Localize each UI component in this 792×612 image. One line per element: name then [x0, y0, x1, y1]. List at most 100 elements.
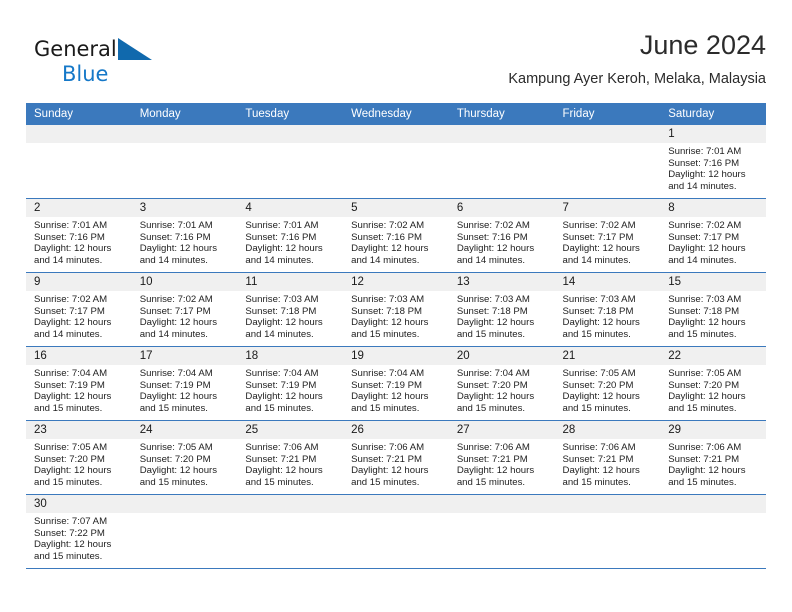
- day-cell[interactable]: 13 Sunrise: 7:03 AM Sunset: 7:18 PM Dayligh…: [448, 273, 555, 346]
- day-cell[interactable]: 29 Sunrise: 7:06 AM Sunset: 7:21 PM Dayligh…: [660, 421, 766, 494]
- daylight-duration-line1: Daylight: 12 hours: [668, 391, 746, 403]
- day-cell[interactable]: 14 Sunrise: 7:03 AM Sunset: 7:18 PM Dayligh…: [554, 273, 661, 346]
- day-number: [660, 495, 766, 513]
- day-details: Sunrise: 7:01 AM Sunset: 7:16 PM Daylight:…: [660, 143, 766, 192]
- calendar-cell: 25 Sunrise: 7:06 AM Sunset: 7:21 PM Dayligh…: [237, 420, 344, 495]
- day-cell[interactable]: 22 Sunrise: 7:05 AM Sunset: 7:20 PM Dayligh…: [660, 347, 766, 420]
- calendar-week-row: 16 Sunrise: 7:04 AM Sunset: 7:19 PM Dayligh…: [26, 346, 766, 421]
- day-cell[interactable]: 25 Sunrise: 7:06 AM Sunset: 7:21 PM Dayligh…: [237, 421, 344, 494]
- page-header: General Blue June 2024 Kampung Ayer Kero…: [26, 28, 766, 94]
- day-cell[interactable]: 5 Sunrise: 7:02 AM Sunset: 7:16 PM Daylight…: [343, 199, 449, 272]
- day-details: Sunrise: 7:01 AM Sunset: 7:16 PM Daylight:…: [26, 217, 132, 266]
- day-cell[interactable]: 2 Sunrise: 7:01 AM Sunset: 7:16 PM Daylight…: [26, 199, 132, 272]
- calendar-body: 1 Sunrise: 7:01 AM Sunset: 7:16 PM Daylight…: [26, 125, 766, 568]
- sunset-time: Sunset: 7:17 PM: [34, 305, 105, 317]
- calendar-cell: 20 Sunrise: 7:04 AM Sunset: 7:20 PM Dayligh…: [448, 346, 555, 421]
- day-cell[interactable]: 18 Sunrise: 7:04 AM Sunset: 7:19 PM Dayligh…: [237, 347, 344, 420]
- day-details: Sunrise: 7:04 AM Sunset: 7:19 PM Daylight:…: [26, 365, 132, 414]
- logo-text-blue: Blue: [62, 62, 109, 86]
- logo-text-general: General: [34, 37, 117, 61]
- day-cell[interactable]: 3 Sunrise: 7:01 AM Sunset: 7:16 PM Daylight…: [131, 199, 238, 272]
- general-blue-logo[interactable]: General Blue: [34, 36, 164, 92]
- day-number: 16: [26, 347, 132, 365]
- daylight-duration-line1: Daylight: 12 hours: [34, 465, 112, 477]
- day-cell[interactable]: 27 Sunrise: 7:06 AM Sunset: 7:21 PM Dayligh…: [448, 421, 555, 494]
- day-details: Sunrise: 7:05 AM Sunset: 7:20 PM Daylight:…: [132, 439, 238, 488]
- calendar-cell: 19 Sunrise: 7:04 AM Sunset: 7:19 PM Dayligh…: [343, 346, 449, 421]
- calendar-cell: 27 Sunrise: 7:06 AM Sunset: 7:21 PM Dayligh…: [448, 420, 555, 495]
- calendar-cell: [131, 494, 238, 568]
- day-cell[interactable]: 17 Sunrise: 7:04 AM Sunset: 7:19 PM Dayligh…: [131, 347, 238, 420]
- daylight-duration-line1: Daylight: 12 hours: [34, 317, 112, 329]
- daylight-duration-line1: Daylight: 12 hours: [351, 317, 429, 329]
- sunset-time: Sunset: 7:18 PM: [456, 305, 528, 317]
- day-cell-empty: [554, 125, 661, 198]
- daylight-duration-line2: and 14 minutes.: [34, 328, 103, 340]
- sunset-time: Sunset: 7:18 PM: [668, 305, 740, 317]
- daylight-duration-line1: Daylight: 12 hours: [139, 465, 218, 477]
- day-details: Sunrise: 7:04 AM Sunset: 7:19 PM Daylight:…: [343, 365, 449, 414]
- calendar-cell: 12 Sunrise: 7:03 AM Sunset: 7:18 PM Dayligh…: [343, 272, 449, 347]
- sunrise-time: Sunrise: 7:05 AM: [668, 368, 742, 379]
- sunrise-time: Sunrise: 7:04 AM: [245, 368, 319, 379]
- sunrise-time: Sunrise: 7:05 AM: [34, 442, 108, 453]
- day-cell[interactable]: 9 Sunrise: 7:02 AM Sunset: 7:17 PM Daylight…: [26, 273, 132, 346]
- day-cell[interactable]: 23 Sunrise: 7:05 AM Sunset: 7:20 PM Dayligh…: [26, 421, 132, 494]
- sunrise-time: Sunrise: 7:04 AM: [351, 368, 425, 379]
- calendar-cell: [26, 125, 132, 199]
- day-cell[interactable]: 16 Sunrise: 7:04 AM Sunset: 7:19 PM Dayligh…: [26, 347, 132, 420]
- daylight-duration-line2: and 14 minutes.: [456, 254, 526, 266]
- calendar-cell: [237, 494, 344, 568]
- day-cell[interactable]: 1 Sunrise: 7:01 AM Sunset: 7:16 PM Daylight…: [660, 125, 766, 198]
- calendar-week-row: 2 Sunrise: 7:01 AM Sunset: 7:16 PM Daylight…: [26, 198, 766, 273]
- day-cell-empty: [237, 125, 344, 198]
- day-cell[interactable]: 21 Sunrise: 7:05 AM Sunset: 7:20 PM Dayligh…: [554, 347, 661, 420]
- day-cell[interactable]: 8 Sunrise: 7:02 AM Sunset: 7:17 PM Daylight…: [660, 199, 766, 272]
- sunrise-time: Sunrise: 7:04 AM: [456, 368, 530, 379]
- day-details: Sunrise: 7:02 AM Sunset: 7:16 PM Daylight:…: [343, 217, 449, 266]
- day-details: Sunrise: 7:06 AM Sunset: 7:21 PM Daylight:…: [343, 439, 449, 488]
- day-cell[interactable]: 30 Sunrise: 7:07 AM Sunset: 7:22 PM Dayligh…: [26, 495, 132, 568]
- daylight-duration-line1: Daylight: 12 hours: [456, 317, 535, 329]
- sunset-time: Sunset: 7:20 PM: [34, 453, 105, 465]
- day-number: 15: [660, 273, 766, 291]
- daylight-duration-line1: Daylight: 12 hours: [668, 317, 746, 329]
- calendar-page: General Blue June 2024 Kampung Ayer Kero…: [0, 0, 792, 612]
- day-cell[interactable]: 28 Sunrise: 7:06 AM Sunset: 7:21 PM Dayligh…: [554, 421, 661, 494]
- blue-triangle-flag-icon: [118, 38, 154, 62]
- daylight-duration-line2: and 15 minutes.: [456, 402, 526, 414]
- calendar-cell: 7 Sunrise: 7:02 AM Sunset: 7:17 PM Daylight…: [554, 198, 661, 273]
- calendar-cell: 9 Sunrise: 7:02 AM Sunset: 7:17 PM Daylight…: [26, 272, 132, 347]
- day-cell[interactable]: 12 Sunrise: 7:03 AM Sunset: 7:18 PM Dayligh…: [343, 273, 449, 346]
- day-cell[interactable]: 6 Sunrise: 7:02 AM Sunset: 7:16 PM Daylight…: [448, 199, 555, 272]
- daylight-duration-line1: Daylight: 12 hours: [351, 243, 429, 255]
- calendar-cell: 23 Sunrise: 7:05 AM Sunset: 7:20 PM Dayligh…: [26, 420, 132, 495]
- day-cell[interactable]: 26 Sunrise: 7:06 AM Sunset: 7:21 PM Dayligh…: [343, 421, 449, 494]
- day-cell[interactable]: 11 Sunrise: 7:03 AM Sunset: 7:18 PM Dayligh…: [237, 273, 344, 346]
- day-number: 25: [237, 421, 344, 439]
- sunset-time: Sunset: 7:17 PM: [668, 231, 740, 243]
- day-cell[interactable]: 10 Sunrise: 7:02 AM Sunset: 7:17 PM Dayligh…: [131, 273, 238, 346]
- daylight-duration-line1: Daylight: 12 hours: [562, 465, 640, 477]
- sunset-time: Sunset: 7:17 PM: [139, 305, 211, 317]
- daylight-duration-line1: Daylight: 12 hours: [245, 391, 323, 403]
- day-cell[interactable]: 15 Sunrise: 7:03 AM Sunset: 7:18 PM Dayligh…: [660, 273, 766, 346]
- daylight-duration-line1: Daylight: 12 hours: [668, 169, 746, 181]
- daylight-duration-line2: and 15 minutes.: [34, 550, 103, 562]
- sunrise-time: Sunrise: 7:02 AM: [562, 220, 636, 231]
- day-cell[interactable]: 4 Sunrise: 7:01 AM Sunset: 7:16 PM Daylight…: [237, 199, 344, 272]
- daylight-duration-line1: Daylight: 12 hours: [245, 317, 323, 329]
- day-details: Sunrise: 7:03 AM Sunset: 7:18 PM Daylight:…: [660, 291, 766, 340]
- day-cell[interactable]: 19 Sunrise: 7:04 AM Sunset: 7:19 PM Dayligh…: [343, 347, 449, 420]
- day-cell[interactable]: 24 Sunrise: 7:05 AM Sunset: 7:20 PM Dayligh…: [131, 421, 238, 494]
- day-cell[interactable]: 20 Sunrise: 7:04 AM Sunset: 7:20 PM Dayligh…: [448, 347, 555, 420]
- sunset-time: Sunset: 7:22 PM: [34, 527, 105, 539]
- day-cell[interactable]: 7 Sunrise: 7:02 AM Sunset: 7:17 PM Daylight…: [554, 199, 661, 272]
- sunset-time: Sunset: 7:19 PM: [245, 379, 317, 391]
- day-number: [554, 125, 661, 143]
- calendar-cell: 5 Sunrise: 7:02 AM Sunset: 7:16 PM Daylight…: [343, 198, 449, 273]
- day-number: 24: [131, 421, 238, 439]
- day-number: 28: [554, 421, 661, 439]
- calendar-cell: 16 Sunrise: 7:04 AM Sunset: 7:19 PM Dayligh…: [26, 346, 132, 421]
- calendar-cell: 29 Sunrise: 7:06 AM Sunset: 7:21 PM Dayligh…: [660, 420, 766, 495]
